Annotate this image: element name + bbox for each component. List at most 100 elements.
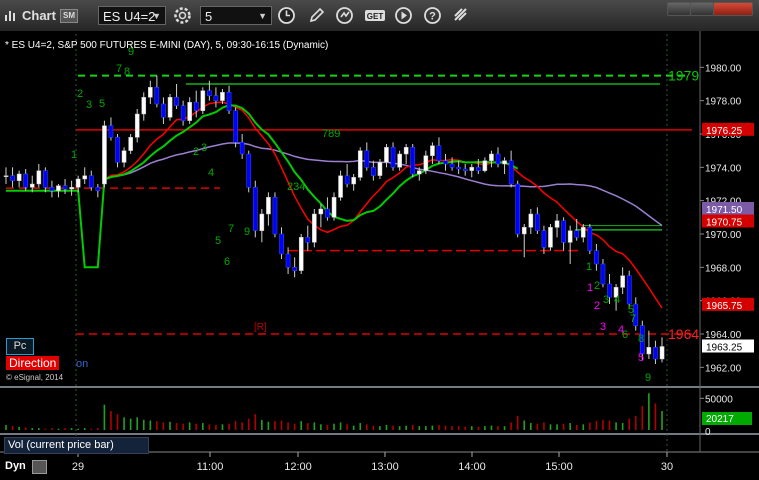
candle-body (554, 220, 560, 228)
candle-body (430, 145, 435, 156)
setup-count-label: 3 (86, 99, 92, 111)
candle-body (161, 103, 166, 118)
candle-body (23, 173, 28, 188)
candle-body (220, 92, 225, 101)
setup-count-label: 9 (244, 226, 250, 238)
candle-body (292, 267, 297, 271)
candle-body (528, 213, 534, 228)
candle-body (410, 147, 416, 175)
gear-icon[interactable] (173, 6, 192, 25)
candle-body (115, 137, 120, 163)
candle-body (397, 153, 402, 168)
price-flag-label: 1965.75 (706, 301, 743, 312)
candle-body (272, 197, 278, 235)
candle-body (580, 227, 586, 238)
chevron-down-icon[interactable]: ▼ (152, 7, 161, 26)
setup-count-label: 2 (594, 300, 600, 312)
candle-body (82, 175, 88, 180)
price-flag-label: 1971.50 (706, 205, 743, 216)
price-tick-label: 1970.00 (705, 230, 742, 241)
setup-count-label: 5 (638, 352, 644, 364)
symbol-input[interactable]: ES U4=2 ▼ (98, 6, 166, 25)
candle-body (193, 102, 199, 111)
study-icon[interactable]: GET (364, 6, 386, 25)
time-tick-label: 14:00 (458, 461, 486, 473)
play-icon[interactable] (394, 6, 413, 25)
link-badge[interactable]: SM (60, 9, 78, 23)
candle-body (482, 160, 488, 171)
candle-body (141, 97, 147, 115)
time-tick-label: 13:00 (371, 461, 399, 473)
candle-body (121, 150, 127, 163)
refresh-icon[interactable] (335, 6, 354, 25)
setup-count-label: 1 (71, 149, 77, 161)
price-level-label: 1979 (668, 68, 699, 84)
setup-count-label: 7 (228, 223, 234, 235)
candle-body (88, 175, 94, 188)
pencil-icon[interactable] (307, 6, 326, 25)
setup-count-label: 3 (600, 321, 606, 333)
minimize-button[interactable] (667, 2, 691, 16)
clock-icon[interactable] (277, 6, 296, 25)
chart-background (0, 31, 759, 480)
setup-count-label: 3 (603, 294, 609, 306)
candle-body (148, 87, 153, 98)
candle-body (305, 237, 311, 243)
setup-count-label: 4 (614, 294, 620, 306)
interval-input[interactable]: 5 ▼ (200, 6, 272, 25)
candle-body (449, 163, 455, 168)
close-button[interactable] (713, 2, 753, 16)
candle-body (285, 253, 291, 268)
candle-body (16, 173, 22, 181)
candle-body (200, 90, 206, 111)
setup-count-label: 3 (201, 142, 207, 154)
candle-body (318, 208, 324, 215)
link-icon[interactable] (32, 460, 47, 474)
time-tick-label: 11:00 (197, 461, 224, 473)
volume-panel-label[interactable]: Vol (current price bar) (4, 437, 149, 454)
candle-body (515, 183, 520, 235)
settings-icon[interactable]: ? (423, 6, 442, 25)
chevron-down-icon[interactable]: ▼ (258, 7, 267, 26)
price-flag-label: 1963.25 (706, 343, 743, 354)
time-tick-label: 12:00 (284, 461, 312, 473)
svg-text:GET: GET (367, 12, 384, 21)
price-flag-label: 1970.75 (706, 218, 743, 229)
drawing-tools-icon[interactable] (452, 6, 471, 25)
candle-body (102, 125, 107, 185)
volume-tick-label: 50000 (705, 394, 733, 405)
candle-body (10, 175, 15, 181)
candle-body (75, 178, 81, 188)
maximize-button[interactable] (690, 2, 714, 16)
setup-count-label: 4 (208, 167, 214, 179)
candle-body (233, 110, 238, 143)
candle-body (390, 147, 396, 168)
candle-body (325, 208, 330, 218)
symbol-value: ES U4=2 (103, 9, 156, 24)
candle-body (469, 167, 475, 171)
price-chart[interactable]: 97 823 51 2 3457 96234789123 456789123 45[R]198… (0, 31, 759, 480)
price-flag-label: 1976.25 (706, 126, 743, 137)
price-tick-label: 1978.00 (705, 97, 742, 108)
candle-body (69, 187, 74, 190)
pc-indicator-label[interactable]: Pc (6, 338, 34, 355)
candle-body (600, 263, 606, 285)
candle-body (62, 185, 68, 190)
chart-app-icon (5, 11, 15, 21)
direction-indicator-label[interactable]: Direction (6, 356, 60, 370)
candle-body (128, 137, 133, 151)
direction-suffix: on (76, 358, 89, 370)
candle-body (443, 160, 448, 165)
setup-count-label: 8 (638, 333, 644, 345)
candle-body (371, 167, 376, 176)
setup-count-label: 8 (124, 66, 130, 78)
candle-body (574, 230, 580, 238)
candle-body (653, 347, 658, 360)
chart-toolbar: Chart SM ES U4=2 ▼ 5 ▼ GET ? (0, 0, 759, 32)
candle-body (134, 113, 140, 138)
candle-body (548, 227, 553, 248)
candle-body (626, 275, 632, 305)
candle-body (561, 220, 566, 243)
candle-body (535, 213, 540, 231)
candle-body (279, 233, 284, 255)
